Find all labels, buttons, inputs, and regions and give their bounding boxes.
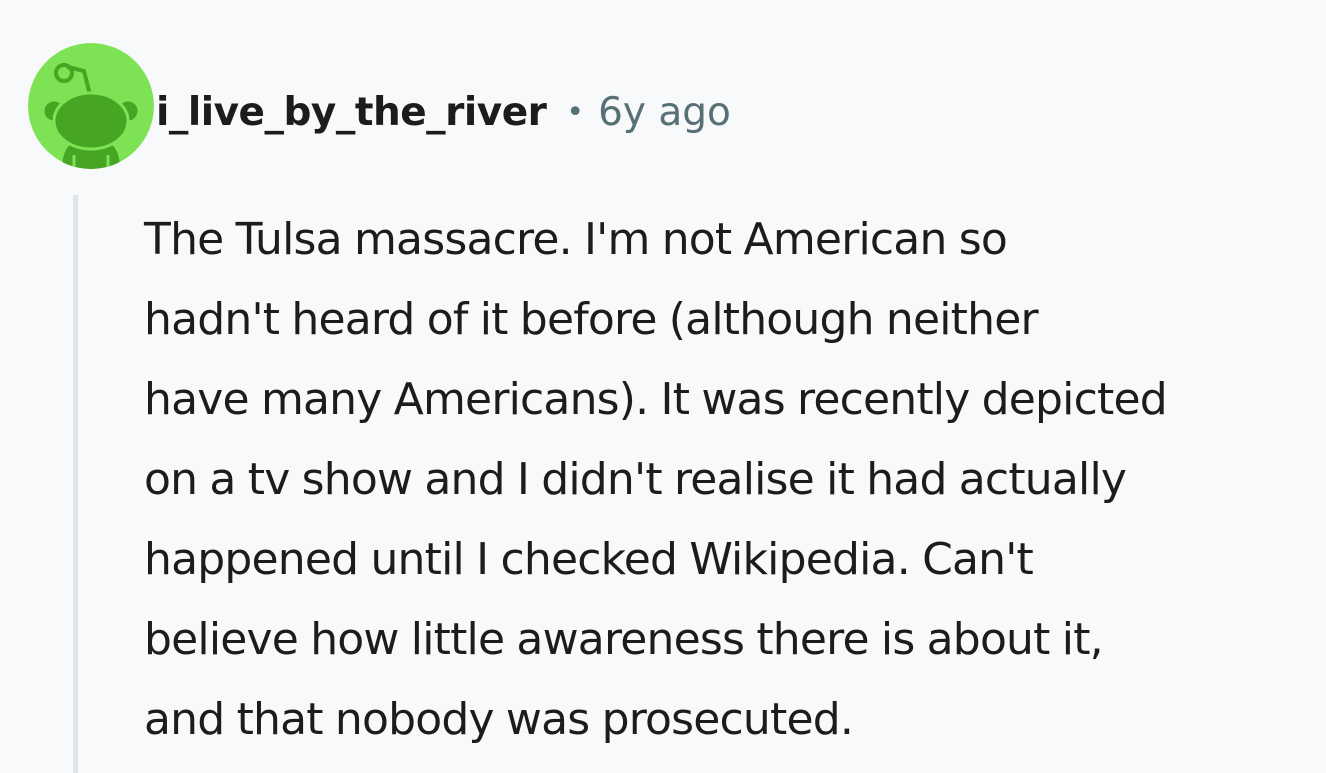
comment-body-line: and that nobody was prosecuted. [144, 694, 854, 745]
comment: i_live_by_the_river • 6y ago The Tulsa m… [0, 0, 1326, 773]
thread-line[interactable] [73, 195, 78, 773]
comment-body-line: have many Americans). It was recently de… [144, 374, 1168, 425]
user-avatar[interactable] [28, 43, 154, 169]
comment-body-line: happened until I checked Wikipedia. Can'… [144, 534, 1034, 585]
comment-header: i_live_by_the_river • 6y ago [156, 84, 731, 140]
snoo-avatar-icon [28, 43, 154, 169]
timestamp[interactable]: 6y ago [598, 90, 731, 135]
comment-body-line: hadn't heard of it before (although neit… [144, 294, 1039, 345]
comment-body-line: on a tv show and I didn't realise it had… [144, 454, 1127, 505]
comment-body: The Tulsa massacre. I'm not American so … [144, 200, 1322, 760]
comment-body-line: believe how little awareness there is ab… [144, 614, 1104, 665]
username-link[interactable]: i_live_by_the_river [156, 90, 547, 135]
separator-dot: • [566, 94, 585, 130]
comment-body-line: The Tulsa massacre. I'm not American so [144, 214, 1008, 265]
